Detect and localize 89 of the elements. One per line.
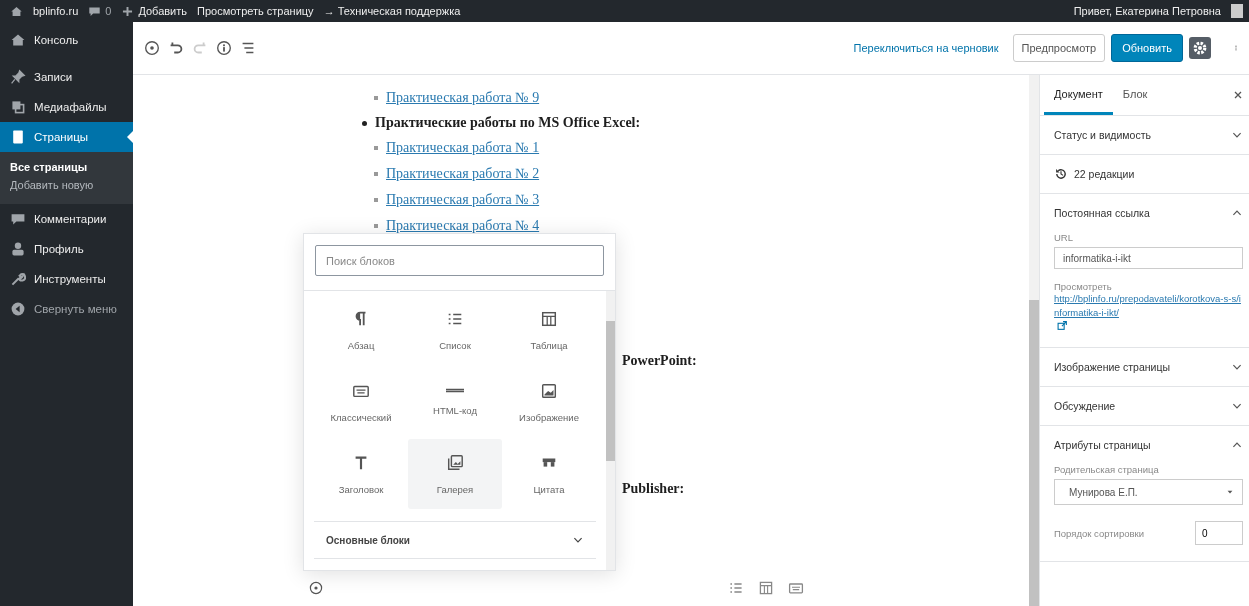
content-link[interactable]: Практическая работа № 9	[386, 90, 540, 106]
panel-tab[interactable]: Документ	[1044, 75, 1113, 115]
menu-item[interactable]: Профиль	[0, 234, 133, 264]
plus-icon	[121, 4, 135, 18]
block-option[interactable]: Изображение	[502, 367, 596, 437]
field-label: Порядок сортировки	[1054, 527, 1144, 539]
add-block-icon[interactable]	[143, 39, 161, 57]
list-heading: Практические работы по MS Office Excel:	[375, 115, 641, 131]
bullet-icon	[374, 198, 378, 202]
table-icon[interactable]	[758, 580, 774, 596]
content-link[interactable]: Практическая работа № 3	[386, 192, 540, 208]
bullet-icon	[374, 96, 378, 100]
collapse-icon	[10, 301, 26, 317]
table-icon	[540, 309, 558, 328]
panel-toggle[interactable]: Постоянная ссылка	[1040, 194, 1249, 232]
page-icon	[10, 129, 26, 145]
content-link[interactable]: Практическая работа № 1	[386, 140, 540, 156]
panel-toggle[interactable]: Статус и видимость	[1040, 116, 1249, 154]
scrollbar[interactable]	[606, 291, 615, 570]
menu-item[interactable]: Записи	[0, 62, 133, 92]
content-link[interactable]: Практическая работа № 2	[386, 166, 540, 182]
switch-to-draft-button[interactable]: Переключиться на черновик	[845, 42, 1007, 54]
block-option[interactable]: Список	[408, 295, 502, 365]
field-label: URL	[1054, 232, 1074, 243]
close-icon[interactable]	[1233, 90, 1243, 100]
permalink-link[interactable]: http://bplinfo.ru/prepodavateli/korotkova-s-s/informatika-i-ikt/	[1054, 292, 1243, 320]
block-option[interactable]: HTML-код	[408, 367, 502, 437]
keyboard-icon[interactable]	[788, 580, 804, 596]
panel-toggle[interactable]: Атрибуты страницы	[1040, 426, 1249, 464]
update-button[interactable]: Обновить	[1111, 34, 1183, 62]
html-icon	[446, 388, 464, 393]
scrollbar-thumb[interactable]	[1029, 300, 1039, 606]
settings-icon[interactable]	[1189, 37, 1211, 59]
info-icon[interactable]	[215, 39, 233, 57]
menu-item[interactable]: Комментарии	[0, 204, 133, 234]
toolbar-link[interactable]: → Техническая поддержка	[323, 5, 461, 17]
collapse-menu[interactable]: Свернуть меню	[0, 294, 133, 324]
category-toggle[interactable]: Основные блоки	[314, 521, 596, 559]
toolbar-link[interactable]: Просмотреть страницу	[197, 5, 314, 17]
panel-toggle[interactable]: Изображение страницы	[1040, 348, 1249, 386]
bullet-icon	[374, 172, 378, 176]
block-option[interactable]: Классический	[314, 367, 408, 437]
panel-tab[interactable]: Блок	[1112, 75, 1158, 115]
greeting-link[interactable]: Привет, Екатерина Петровна	[1073, 5, 1221, 17]
site-link[interactable]: bplinfo.ru	[33, 5, 79, 17]
pushpin-icon	[10, 69, 26, 85]
house-icon	[10, 32, 26, 48]
list-heading: Publisher:	[622, 481, 686, 498]
block-option[interactable]: Цитата	[502, 439, 596, 509]
submenu-item[interactable]: Добавить новую	[0, 176, 133, 194]
menu-item[interactable]: Консоль	[0, 22, 133, 58]
bullet-icon	[374, 224, 378, 228]
wrench-icon	[10, 271, 26, 287]
speech-bubble-icon	[10, 211, 26, 227]
house-icon	[10, 4, 23, 18]
list-icon[interactable]	[728, 580, 744, 596]
gallery-icon	[446, 453, 464, 472]
field-label: Родительская страница	[1054, 464, 1160, 475]
scrollbar-thumb[interactable]	[606, 321, 615, 461]
external-link-icon	[1057, 320, 1068, 331]
submenu-item[interactable]: Все страницы	[0, 158, 133, 176]
panel-toggle[interactable]: Обсуждение	[1040, 387, 1249, 425]
add-new-link[interactable]: Добавить	[121, 4, 187, 18]
block-option[interactable]: Галерея	[408, 439, 502, 509]
block-option[interactable]: Абзац	[314, 295, 408, 365]
add-block-icon[interactable]	[308, 580, 324, 596]
image-icon	[540, 381, 558, 400]
field-label: Просмотреть	[1054, 281, 1113, 292]
media-icon	[10, 99, 26, 115]
order-field[interactable]: 0	[1195, 521, 1243, 545]
parent-page-select[interactable]: Мунирова Е.П.	[1054, 479, 1243, 505]
menu-item[interactable]: Страницы	[0, 122, 133, 152]
dropdown-arrow-icon	[1226, 488, 1234, 496]
list-heading: PowerPoint:	[622, 353, 697, 370]
preview-button[interactable]: Предпросмотр	[1012, 34, 1106, 62]
bullet-icon	[362, 120, 367, 126]
history-icon	[1054, 167, 1068, 181]
scrollbar[interactable]	[1029, 75, 1039, 606]
bullet-icon	[374, 146, 378, 150]
block-option[interactable]: Таблица	[502, 295, 596, 365]
person-icon	[10, 241, 26, 257]
revisions-link[interactable]: 22 редакции	[1040, 155, 1249, 193]
url-field[interactable]: informatika-i-ikt	[1054, 247, 1243, 269]
block-option[interactable]: Заголовок	[314, 439, 408, 509]
comments-link[interactable]: 0	[88, 4, 112, 18]
menu-item[interactable]: Инструменты	[0, 264, 133, 294]
menu-item[interactable]: Медиафайлы	[0, 92, 133, 122]
search-field[interactable]: Поиск блоков	[315, 245, 604, 276]
content-link[interactable]: Практическая работа № 4	[386, 218, 540, 234]
